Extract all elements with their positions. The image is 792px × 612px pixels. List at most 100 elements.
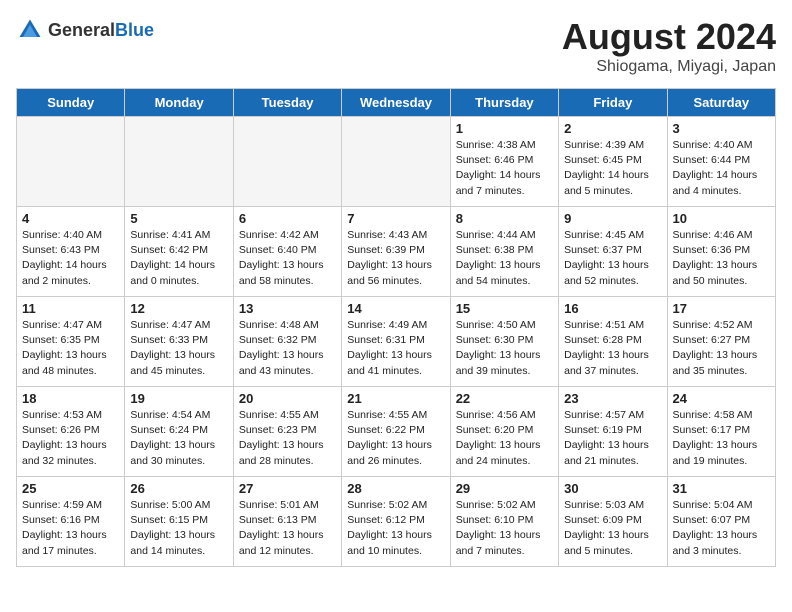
logo-blue-text: Blue	[115, 20, 154, 40]
logo-general-text: General	[48, 20, 115, 40]
day-number: 31	[673, 481, 770, 496]
day-info: Sunrise: 4:56 AMSunset: 6:20 PMDaylight:…	[456, 408, 553, 469]
calendar-cell: 3Sunrise: 4:40 AMSunset: 6:44 PMDaylight…	[667, 117, 775, 207]
day-number: 13	[239, 301, 336, 316]
day-info: Sunrise: 4:40 AMSunset: 6:43 PMDaylight:…	[22, 228, 119, 289]
title-block: August 2024 Shiogama, Miyagi, Japan	[562, 16, 776, 76]
calendar-cell: 4 Sunrise: 4:40 AMSunset: 6:43 PMDaylight…	[17, 207, 125, 297]
day-number: 21	[347, 391, 444, 406]
calendar-cell: 5 Sunrise: 4:41 AMSunset: 6:42 PMDaylight…	[125, 207, 233, 297]
day-info: Sunrise: 4:54 AMSunset: 6:24 PMDaylight:…	[130, 408, 227, 469]
calendar-cell: 13 Sunrise: 4:48 AMSunset: 6:32 PMDayligh…	[233, 297, 341, 387]
day-header-row: SundayMondayTuesdayWednesdayThursdayFrid…	[17, 89, 776, 117]
calendar-cell: 27 Sunrise: 5:01 AMSunset: 6:13 PMDayligh…	[233, 477, 341, 567]
day-number: 25	[22, 481, 119, 496]
day-info: Sunrise: 5:01 AMSunset: 6:13 PMDaylight:…	[239, 498, 336, 559]
subtitle: Shiogama, Miyagi, Japan	[562, 58, 776, 76]
day-info: Sunrise: 5:02 AMSunset: 6:10 PMDaylight:…	[456, 498, 553, 559]
logo: GeneralBlue	[16, 16, 154, 44]
calendar-cell	[17, 117, 125, 207]
calendar-cell: 28 Sunrise: 5:02 AMSunset: 6:12 PMDayligh…	[342, 477, 450, 567]
calendar-table: SundayMondayTuesdayWednesdayThursdayFrid…	[16, 88, 776, 567]
calendar-cell: 18 Sunrise: 4:53 AMSunset: 6:26 PMDayligh…	[17, 387, 125, 477]
day-number: 7	[347, 211, 444, 226]
day-number: 12	[130, 301, 227, 316]
day-number: 3	[673, 121, 770, 136]
calendar-cell: 16Sunrise: 4:51 AMSunset: 6:28 PMDayligh…	[559, 297, 667, 387]
calendar-cell	[233, 117, 341, 207]
day-number: 17	[673, 301, 770, 316]
calendar-cell: 31Sunrise: 5:04 AMSunset: 6:07 PMDayligh…	[667, 477, 775, 567]
calendar-cell: 11Sunrise: 4:47 AMSunset: 6:35 PMDayligh…	[17, 297, 125, 387]
day-number: 4	[22, 211, 119, 226]
column-header-friday: Friday	[559, 89, 667, 117]
day-info: Sunrise: 4:50 AMSunset: 6:30 PMDaylight:…	[456, 318, 553, 379]
calendar-cell: 1 Sunrise: 4:38 AMSunset: 6:46 PMDaylight…	[450, 117, 558, 207]
day-info: Sunrise: 4:47 AMSunset: 6:33 PMDaylight:…	[130, 318, 227, 379]
column-header-sunday: Sunday	[17, 89, 125, 117]
day-number: 22	[456, 391, 553, 406]
day-info: Sunrise: 4:38 AMSunset: 6:46 PMDaylight:…	[456, 138, 553, 199]
day-number: 6	[239, 211, 336, 226]
calendar-cell: 15 Sunrise: 4:50 AMSunset: 6:30 PMDayligh…	[450, 297, 558, 387]
day-info: Sunrise: 4:47 AMSunset: 6:35 PMDaylight:…	[22, 318, 119, 379]
day-info: Sunrise: 4:59 AMSunset: 6:16 PMDaylight:…	[22, 498, 119, 559]
day-info: Sunrise: 4:57 AMSunset: 6:19 PMDaylight:…	[564, 408, 661, 469]
logo-wordmark: GeneralBlue	[48, 20, 154, 41]
calendar-cell: 23Sunrise: 4:57 AMSunset: 6:19 PMDayligh…	[559, 387, 667, 477]
day-info: Sunrise: 4:48 AMSunset: 6:32 PMDaylight:…	[239, 318, 336, 379]
column-header-saturday: Saturday	[667, 89, 775, 117]
day-info: Sunrise: 4:55 AMSunset: 6:22 PMDaylight:…	[347, 408, 444, 469]
day-number: 1	[456, 121, 553, 136]
day-info: Sunrise: 4:46 AMSunset: 6:36 PMDaylight:…	[673, 228, 770, 289]
week-row-1: 1 Sunrise: 4:38 AMSunset: 6:46 PMDaylight…	[17, 117, 776, 207]
day-number: 2	[564, 121, 661, 136]
calendar-cell: 14 Sunrise: 4:49 AMSunset: 6:31 PMDayligh…	[342, 297, 450, 387]
day-info: Sunrise: 4:41 AMSunset: 6:42 PMDaylight:…	[130, 228, 227, 289]
logo-icon	[16, 16, 44, 44]
day-number: 28	[347, 481, 444, 496]
calendar-cell: 7 Sunrise: 4:43 AMSunset: 6:39 PMDaylight…	[342, 207, 450, 297]
day-number: 19	[130, 391, 227, 406]
day-info: Sunrise: 4:39 AMSunset: 6:45 PMDaylight:…	[564, 138, 661, 199]
calendar-cell: 12 Sunrise: 4:47 AMSunset: 6:33 PMDayligh…	[125, 297, 233, 387]
day-info: Sunrise: 5:00 AMSunset: 6:15 PMDaylight:…	[130, 498, 227, 559]
day-number: 26	[130, 481, 227, 496]
calendar-cell: 17Sunrise: 4:52 AMSunset: 6:27 PMDayligh…	[667, 297, 775, 387]
calendar-cell	[342, 117, 450, 207]
column-header-thursday: Thursday	[450, 89, 558, 117]
calendar-cell: 8Sunrise: 4:44 AMSunset: 6:38 PMDaylight…	[450, 207, 558, 297]
day-info: Sunrise: 5:03 AMSunset: 6:09 PMDaylight:…	[564, 498, 661, 559]
day-info: Sunrise: 5:02 AMSunset: 6:12 PMDaylight:…	[347, 498, 444, 559]
day-number: 15	[456, 301, 553, 316]
day-number: 14	[347, 301, 444, 316]
week-row-4: 18 Sunrise: 4:53 AMSunset: 6:26 PMDayligh…	[17, 387, 776, 477]
calendar-cell: 10Sunrise: 4:46 AMSunset: 6:36 PMDayligh…	[667, 207, 775, 297]
calendar-cell: 21 Sunrise: 4:55 AMSunset: 6:22 PMDayligh…	[342, 387, 450, 477]
day-info: Sunrise: 4:49 AMSunset: 6:31 PMDaylight:…	[347, 318, 444, 379]
day-number: 5	[130, 211, 227, 226]
day-info: Sunrise: 4:42 AMSunset: 6:40 PMDaylight:…	[239, 228, 336, 289]
day-number: 29	[456, 481, 553, 496]
day-number: 18	[22, 391, 119, 406]
day-number: 27	[239, 481, 336, 496]
calendar-cell: 25 Sunrise: 4:59 AMSunset: 6:16 PMDayligh…	[17, 477, 125, 567]
day-number: 9	[564, 211, 661, 226]
day-info: Sunrise: 4:53 AMSunset: 6:26 PMDaylight:…	[22, 408, 119, 469]
column-header-wednesday: Wednesday	[342, 89, 450, 117]
calendar-cell: 22 Sunrise: 4:56 AMSunset: 6:20 PMDayligh…	[450, 387, 558, 477]
day-info: Sunrise: 4:55 AMSunset: 6:23 PMDaylight:…	[239, 408, 336, 469]
day-info: Sunrise: 4:51 AMSunset: 6:28 PMDaylight:…	[564, 318, 661, 379]
calendar-cell: 29 Sunrise: 5:02 AMSunset: 6:10 PMDayligh…	[450, 477, 558, 567]
main-title: August 2024	[562, 16, 776, 58]
day-info: Sunrise: 4:43 AMSunset: 6:39 PMDaylight:…	[347, 228, 444, 289]
week-row-3: 11Sunrise: 4:47 AMSunset: 6:35 PMDayligh…	[17, 297, 776, 387]
calendar-cell: 26 Sunrise: 5:00 AMSunset: 6:15 PMDayligh…	[125, 477, 233, 567]
calendar-cell: 9Sunrise: 4:45 AMSunset: 6:37 PMDaylight…	[559, 207, 667, 297]
calendar-cell: 24Sunrise: 4:58 AMSunset: 6:17 PMDayligh…	[667, 387, 775, 477]
day-info: Sunrise: 4:44 AMSunset: 6:38 PMDaylight:…	[456, 228, 553, 289]
calendar-cell	[125, 117, 233, 207]
calendar-cell: 30Sunrise: 5:03 AMSunset: 6:09 PMDayligh…	[559, 477, 667, 567]
day-number: 20	[239, 391, 336, 406]
column-header-monday: Monday	[125, 89, 233, 117]
